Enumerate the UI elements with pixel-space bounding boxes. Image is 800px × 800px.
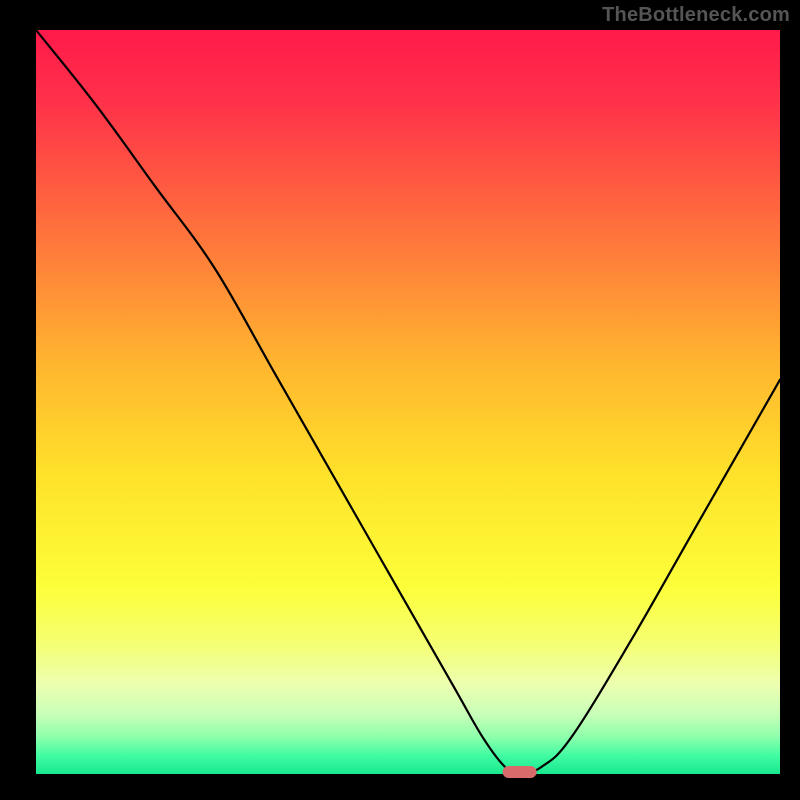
chart-frame: TheBottleneck.com xyxy=(0,0,800,800)
bottleneck-chart xyxy=(0,0,800,800)
gradient-background xyxy=(36,30,780,774)
optimal-marker xyxy=(503,766,537,778)
